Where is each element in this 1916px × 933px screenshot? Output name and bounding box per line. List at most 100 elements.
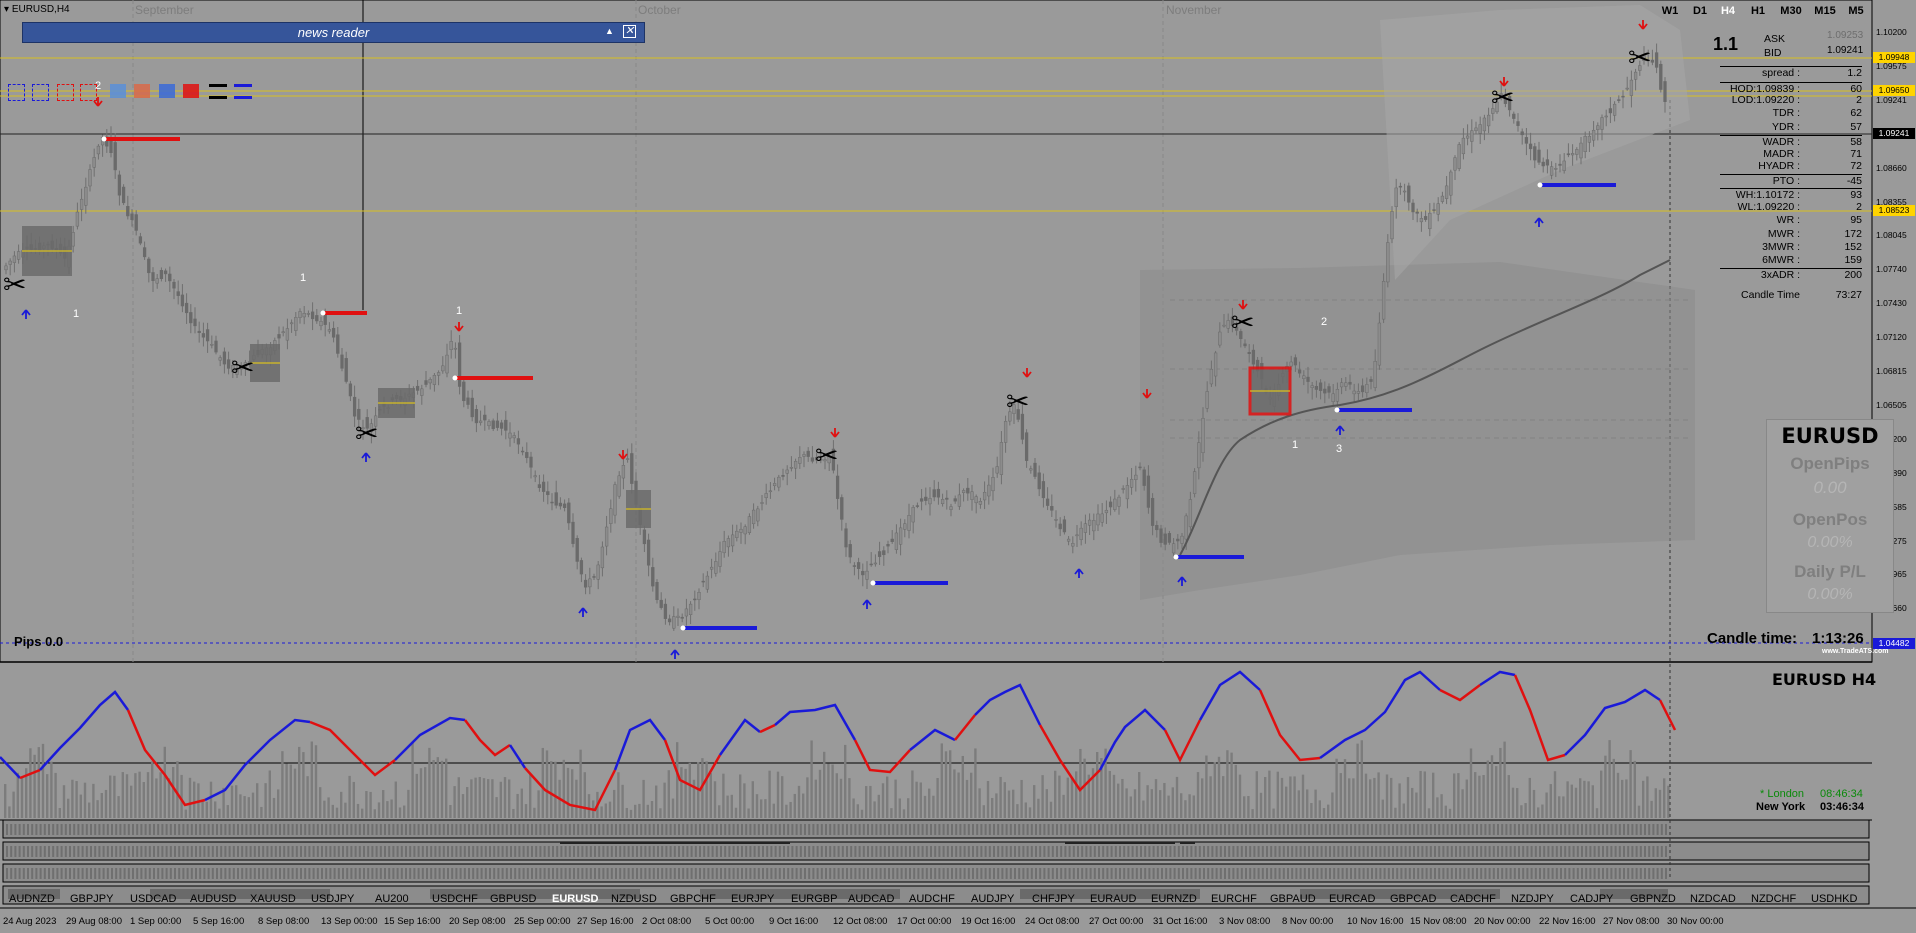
strip-bar — [1236, 868, 1239, 879]
symbol-tab-audjpy[interactable]: AUDJPY — [971, 893, 1014, 905]
color-swatch[interactable] — [57, 84, 74, 101]
info-row-label: WR : — [1776, 214, 1800, 226]
news-reader-bar[interactable]: news reader ▲ ✕ — [22, 22, 645, 43]
symbol-tab-audusd[interactable]: AUDUSD — [190, 893, 236, 905]
symbol-tab-usdhkd[interactable]: USDHKD — [1811, 893, 1857, 905]
strip-bar — [1337, 846, 1340, 857]
strip-bar — [308, 824, 311, 835]
color-swatch[interactable] — [234, 84, 252, 100]
symbol-tab-usdchf[interactable]: USDCHF — [432, 893, 478, 905]
price-chart[interactable]: ✂✂✂✂✂✂✂✂211121 3 — [0, 0, 1916, 933]
color-swatch[interactable] — [183, 84, 199, 98]
strip-bar — [837, 868, 840, 879]
strip-bar — [190, 824, 193, 835]
symbol-tab-nzdjpy[interactable]: NZDJPY — [1511, 893, 1554, 905]
strip-bar — [1089, 846, 1092, 857]
strip-bar — [144, 868, 147, 879]
symbol-tab-gbpchf[interactable]: GBPCHF — [670, 893, 716, 905]
strip-bar — [1324, 824, 1327, 835]
symbol-tab-audcad[interactable]: AUDCAD — [848, 893, 894, 905]
symbol-tab-audchf[interactable]: AUDCHF — [909, 893, 955, 905]
strip-bar — [308, 868, 311, 879]
volume-bar — [608, 801, 612, 818]
strip-bar — [468, 846, 470, 857]
symbol-tab-chfjpy[interactable]: CHFJPY — [1032, 893, 1075, 905]
color-swatch[interactable] — [80, 84, 97, 101]
strip-bar — [984, 824, 987, 835]
symbol-tab-eurgbp[interactable]: EURGBP — [791, 893, 837, 905]
color-swatch[interactable] — [159, 84, 175, 98]
strip-bar — [1085, 824, 1088, 835]
strip-bar — [10, 846, 13, 857]
symbol-tab-au200[interactable]: AU200 — [375, 893, 409, 905]
daily-pl-value: 0.00% — [1807, 586, 1853, 603]
strip-bar — [468, 824, 470, 835]
strip-bar — [896, 824, 899, 835]
strip-bar — [283, 824, 286, 835]
volume-bar — [705, 761, 708, 818]
strip-bar — [228, 868, 231, 879]
color-swatch[interactable] — [209, 84, 227, 100]
symbol-tab-eurnzd[interactable]: EURNZD — [1151, 893, 1197, 905]
volume-bar — [466, 787, 469, 818]
strip-bar — [1450, 868, 1453, 879]
symbol-tab-cadjpy[interactable]: CADJPY — [1570, 893, 1613, 905]
symbol-tab-nzdcad[interactable]: NZDCAD — [1690, 893, 1736, 905]
symbol-tab-eurchf[interactable]: EURCHF — [1211, 893, 1257, 905]
timeframe-m5-button[interactable]: M5 — [1841, 2, 1871, 20]
symbol-tab-euraud[interactable]: EURAUD — [1090, 893, 1136, 905]
symbol-tab-usdjpy[interactable]: USDJPY — [311, 893, 354, 905]
strip-bar — [1245, 868, 1247, 879]
strip-bar — [405, 868, 407, 879]
triangle-up-icon[interactable]: ▲ — [602, 24, 617, 39]
symbol-tab-audnzd[interactable]: AUDNZD — [9, 893, 55, 905]
symbol-tab-gbpcad[interactable]: GBPCAD — [1390, 893, 1436, 905]
strip-bar — [997, 824, 1000, 835]
symbol-tab-nzdchf[interactable]: NZDCHF — [1751, 893, 1796, 905]
symbol-tab-xauusd[interactable]: XAUUSD — [250, 893, 296, 905]
candle-body — [1033, 462, 1037, 477]
volume-bar — [146, 772, 150, 818]
strip-bar — [1182, 868, 1184, 879]
close-icon[interactable]: ✕ — [623, 25, 636, 38]
candle-body — [340, 354, 344, 369]
strip-bar — [648, 868, 651, 879]
strip-bar — [1127, 868, 1130, 879]
color-swatch[interactable] — [32, 84, 49, 101]
symbol-tab-eurusd[interactable]: EURUSD — [552, 893, 598, 905]
volume-bar — [1238, 774, 1242, 818]
volume-bar — [1133, 789, 1137, 818]
volume-bar — [860, 809, 864, 818]
strip-bar — [182, 824, 185, 835]
timeframe-m15-button[interactable]: M15 — [1810, 2, 1840, 20]
symbol-tab-cadchf[interactable]: CADCHF — [1450, 893, 1496, 905]
timeframe-d1-button[interactable]: D1 — [1685, 2, 1715, 20]
symbol-tab-eurcad[interactable]: EURCAD — [1329, 893, 1375, 905]
strip-bar — [816, 868, 819, 879]
symbol-tab-eurjpy[interactable]: EURJPY — [731, 893, 774, 905]
strip-bar — [69, 846, 71, 857]
symbol-tab-gbpjpy[interactable]: GBPJPY — [70, 893, 113, 905]
color-swatch[interactable] — [134, 84, 150, 98]
candle-body — [546, 491, 550, 496]
color-swatch[interactable] — [110, 84, 126, 98]
timeframe-h1-button[interactable]: H1 — [1743, 2, 1773, 20]
volume-bar — [1537, 807, 1540, 818]
timeframe-m30-button[interactable]: M30 — [1776, 2, 1806, 20]
timeframe-w1-button[interactable]: W1 — [1655, 2, 1685, 20]
color-swatch[interactable] — [8, 84, 25, 101]
symbol-tab-gbpusd[interactable]: GBPUSD — [490, 893, 536, 905]
timeframe-h4-button[interactable]: H4 — [1713, 2, 1743, 20]
strip-bar — [342, 824, 344, 835]
symbol-tab-usdcad[interactable]: USDCAD — [130, 893, 176, 905]
symbol-tab-nzdusd[interactable]: NZDUSD — [611, 893, 657, 905]
volume-bar — [621, 784, 624, 818]
strip-bar — [1366, 824, 1369, 835]
symbol-tab-gbpaud[interactable]: GBPAUD — [1270, 893, 1316, 905]
chart-menu-icon[interactable]: ▾ — [4, 4, 12, 15]
symbol-tab-gbpnzd[interactable]: GBPNZD — [1630, 893, 1676, 905]
strip-bar — [1413, 868, 1415, 879]
candle-body — [1360, 385, 1365, 393]
strip-bar — [867, 846, 869, 857]
candle-body — [138, 236, 143, 244]
